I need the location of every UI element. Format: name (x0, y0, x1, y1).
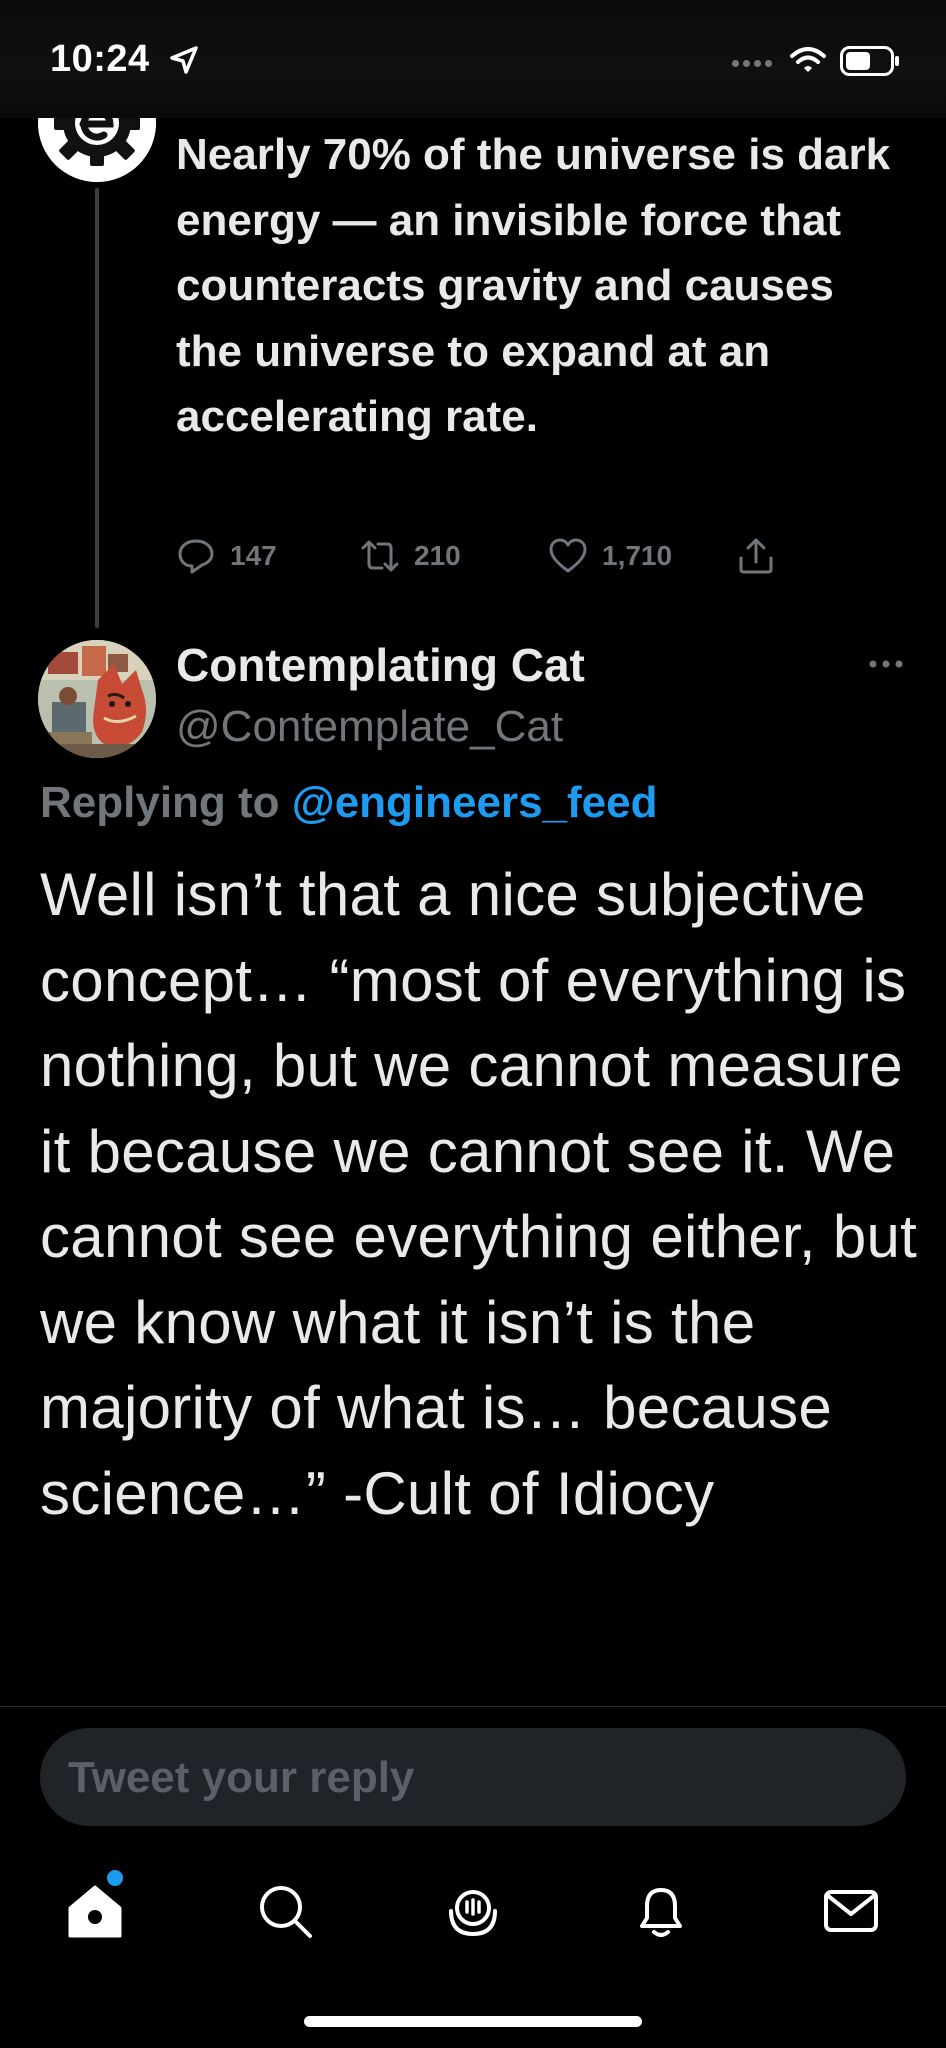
tweet-thread-screen: 10:24 Nearly 70% of the universe is dark… (0, 0, 946, 2048)
like-action[interactable]: 1,710 (548, 536, 672, 576)
spaces-icon[interactable] (440, 1878, 506, 1944)
wifi-icon (790, 47, 826, 72)
share-action[interactable] (736, 536, 776, 576)
replying-to-label: Replying to (40, 778, 280, 827)
more-options-icon[interactable] (866, 656, 906, 672)
thread-connector-line (95, 188, 99, 628)
retweet-action[interactable]: 210 (360, 536, 461, 576)
comment-icon (178, 539, 214, 574)
cat-painting-avatar (38, 640, 156, 758)
bottom-tab-bar (0, 1856, 946, 1976)
status-time: 10:24 (50, 38, 150, 80)
reply-tweet-text: Well isn’t that a nice subjective concep… (40, 861, 918, 1527)
reply-action[interactable]: 147 (176, 536, 277, 576)
replying-to-mention[interactable]: @engineers_feed (292, 778, 658, 827)
reply-author-avatar[interactable] (38, 640, 156, 758)
reply-display-name[interactable]: Contemplating Cat (176, 638, 585, 692)
parent-tweet-actions: 147 210 1,710 (176, 536, 796, 580)
notifications-icon[interactable] (628, 1878, 694, 1944)
share-icon (739, 538, 773, 574)
status-bar: 10:24 (0, 0, 946, 118)
reply-composer[interactable]: Tweet your reply (40, 1728, 906, 1826)
home-indicator-bar[interactable] (304, 2016, 642, 2027)
like-count: 1,710 (602, 540, 673, 571)
messages-icon[interactable] (818, 1878, 884, 1944)
home-icon[interactable] (62, 1878, 128, 1944)
cellular-signal-icon (732, 60, 772, 67)
retweet-count: 210 (414, 540, 461, 571)
location-arrow-icon (170, 46, 198, 74)
search-icon[interactable] (252, 1878, 318, 1944)
parent-tweet-text: Nearly 70% of the universe is dark energ… (176, 130, 891, 441)
reply-count: 147 (230, 540, 277, 571)
battery-icon (840, 46, 899, 76)
composer-divider (0, 1706, 946, 1707)
replying-to-line: Replying to @engineers_feed (40, 778, 658, 828)
retweet-icon (361, 540, 399, 572)
reply-handle[interactable]: @Contemplate_Cat (176, 702, 563, 752)
home-new-indicator-dot (107, 1870, 123, 1886)
reply-input-placeholder: Tweet your reply (68, 1753, 415, 1802)
heart-icon (549, 538, 587, 573)
